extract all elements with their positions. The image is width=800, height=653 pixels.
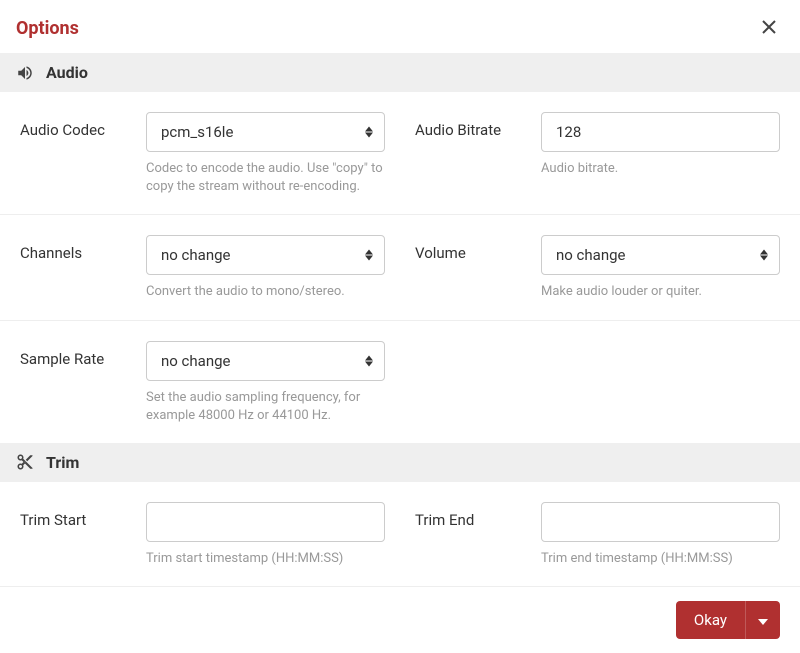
form-row: Audio Codec pcm_s16le Codec to encode th… [0,92,800,215]
close-icon [762,20,776,37]
trim-start-help: Trim start timestamp (HH:MM:SS) [146,550,385,568]
modal-footer: Okay [0,586,800,653]
sample-rate-help: Set the audio sampling frequency, for ex… [146,389,385,425]
trim-end-input[interactable] [541,502,780,542]
trim-start-input[interactable] [146,502,385,542]
volume-label: Volume [415,235,525,262]
bitrate-label: Audio Bitrate [415,112,525,139]
bitrate-input[interactable] [541,112,780,152]
codec-label: Audio Codec [20,112,130,139]
form-control-wrap: Trim end timestamp (HH:MM:SS) [541,502,780,568]
audio-section-header: Audio [0,53,800,92]
trim-section-header: Trim [0,443,800,482]
form-row: Trim Start Trim start timestamp (HH:MM:S… [0,482,800,586]
form-control [541,112,780,152]
modal-title: Options [16,18,79,39]
form-control-wrap: Trim start timestamp (HH:MM:SS) [146,502,385,568]
form-col: Sample Rate no change Set the audio samp… [20,341,385,425]
form-col-empty [415,341,780,425]
trim-section-title: Trim [46,453,79,472]
form-control-wrap: no change Set the audio sampling frequen… [146,341,385,425]
scissors-icon [16,453,34,471]
channels-help: Convert the audio to mono/stereo. [146,283,385,301]
volume-select[interactable]: no change [541,235,780,275]
channels-select[interactable]: no change [146,235,385,275]
trim-start-label: Trim Start [20,502,130,529]
form-control: no change [146,235,385,275]
volume-help: Make audio louder or quiter. [541,283,780,301]
form-col: Volume no change Make audio louder or qu… [415,235,780,301]
form-col: Channels no change Convert the audio to … [20,235,385,301]
options-modal: Options Audio Audio Codec pcm_s16le [0,0,800,653]
form-control: no change [541,235,780,275]
form-control-wrap: Audio bitrate. [541,112,780,178]
form-control-wrap: no change Convert the audio to mono/ster… [146,235,385,301]
form-control [146,502,385,542]
form-control [541,502,780,542]
form-control-wrap: no change Make audio louder or quiter. [541,235,780,301]
trim-end-label: Trim End [415,502,525,529]
audio-section-body: Audio Codec pcm_s16le Codec to encode th… [0,92,800,443]
form-control-wrap: pcm_s16le Codec to encode the audio. Use… [146,112,385,196]
bitrate-help: Audio bitrate. [541,160,780,178]
form-row: Sample Rate no change Set the audio samp… [0,321,800,443]
codec-select[interactable]: pcm_s16le [146,112,385,152]
okay-button[interactable]: Okay [676,601,745,639]
button-group: Okay [676,601,780,639]
form-control: no change [146,341,385,381]
sample-rate-label: Sample Rate [20,341,130,368]
modal-header: Options [0,0,800,53]
chevron-down-icon [758,613,768,628]
form-col: Audio Codec pcm_s16le Codec to encode th… [20,112,385,196]
form-col: Trim End Trim end timestamp (HH:MM:SS) [415,502,780,568]
volume-icon [16,64,34,82]
codec-help: Codec to encode the audio. Use "copy" to… [146,160,385,196]
audio-section-title: Audio [46,63,88,82]
channels-label: Channels [20,235,130,262]
trim-end-help: Trim end timestamp (HH:MM:SS) [541,550,780,568]
close-button[interactable] [758,16,780,41]
form-control: pcm_s16le [146,112,385,152]
form-col: Trim Start Trim start timestamp (HH:MM:S… [20,502,385,568]
form-row: Channels no change Convert the audio to … [0,215,800,320]
trim-section-body: Trim Start Trim start timestamp (HH:MM:S… [0,482,800,586]
okay-dropdown-button[interactable] [745,601,780,639]
sample-rate-select[interactable]: no change [146,341,385,381]
form-col: Audio Bitrate Audio bitrate. [415,112,780,196]
